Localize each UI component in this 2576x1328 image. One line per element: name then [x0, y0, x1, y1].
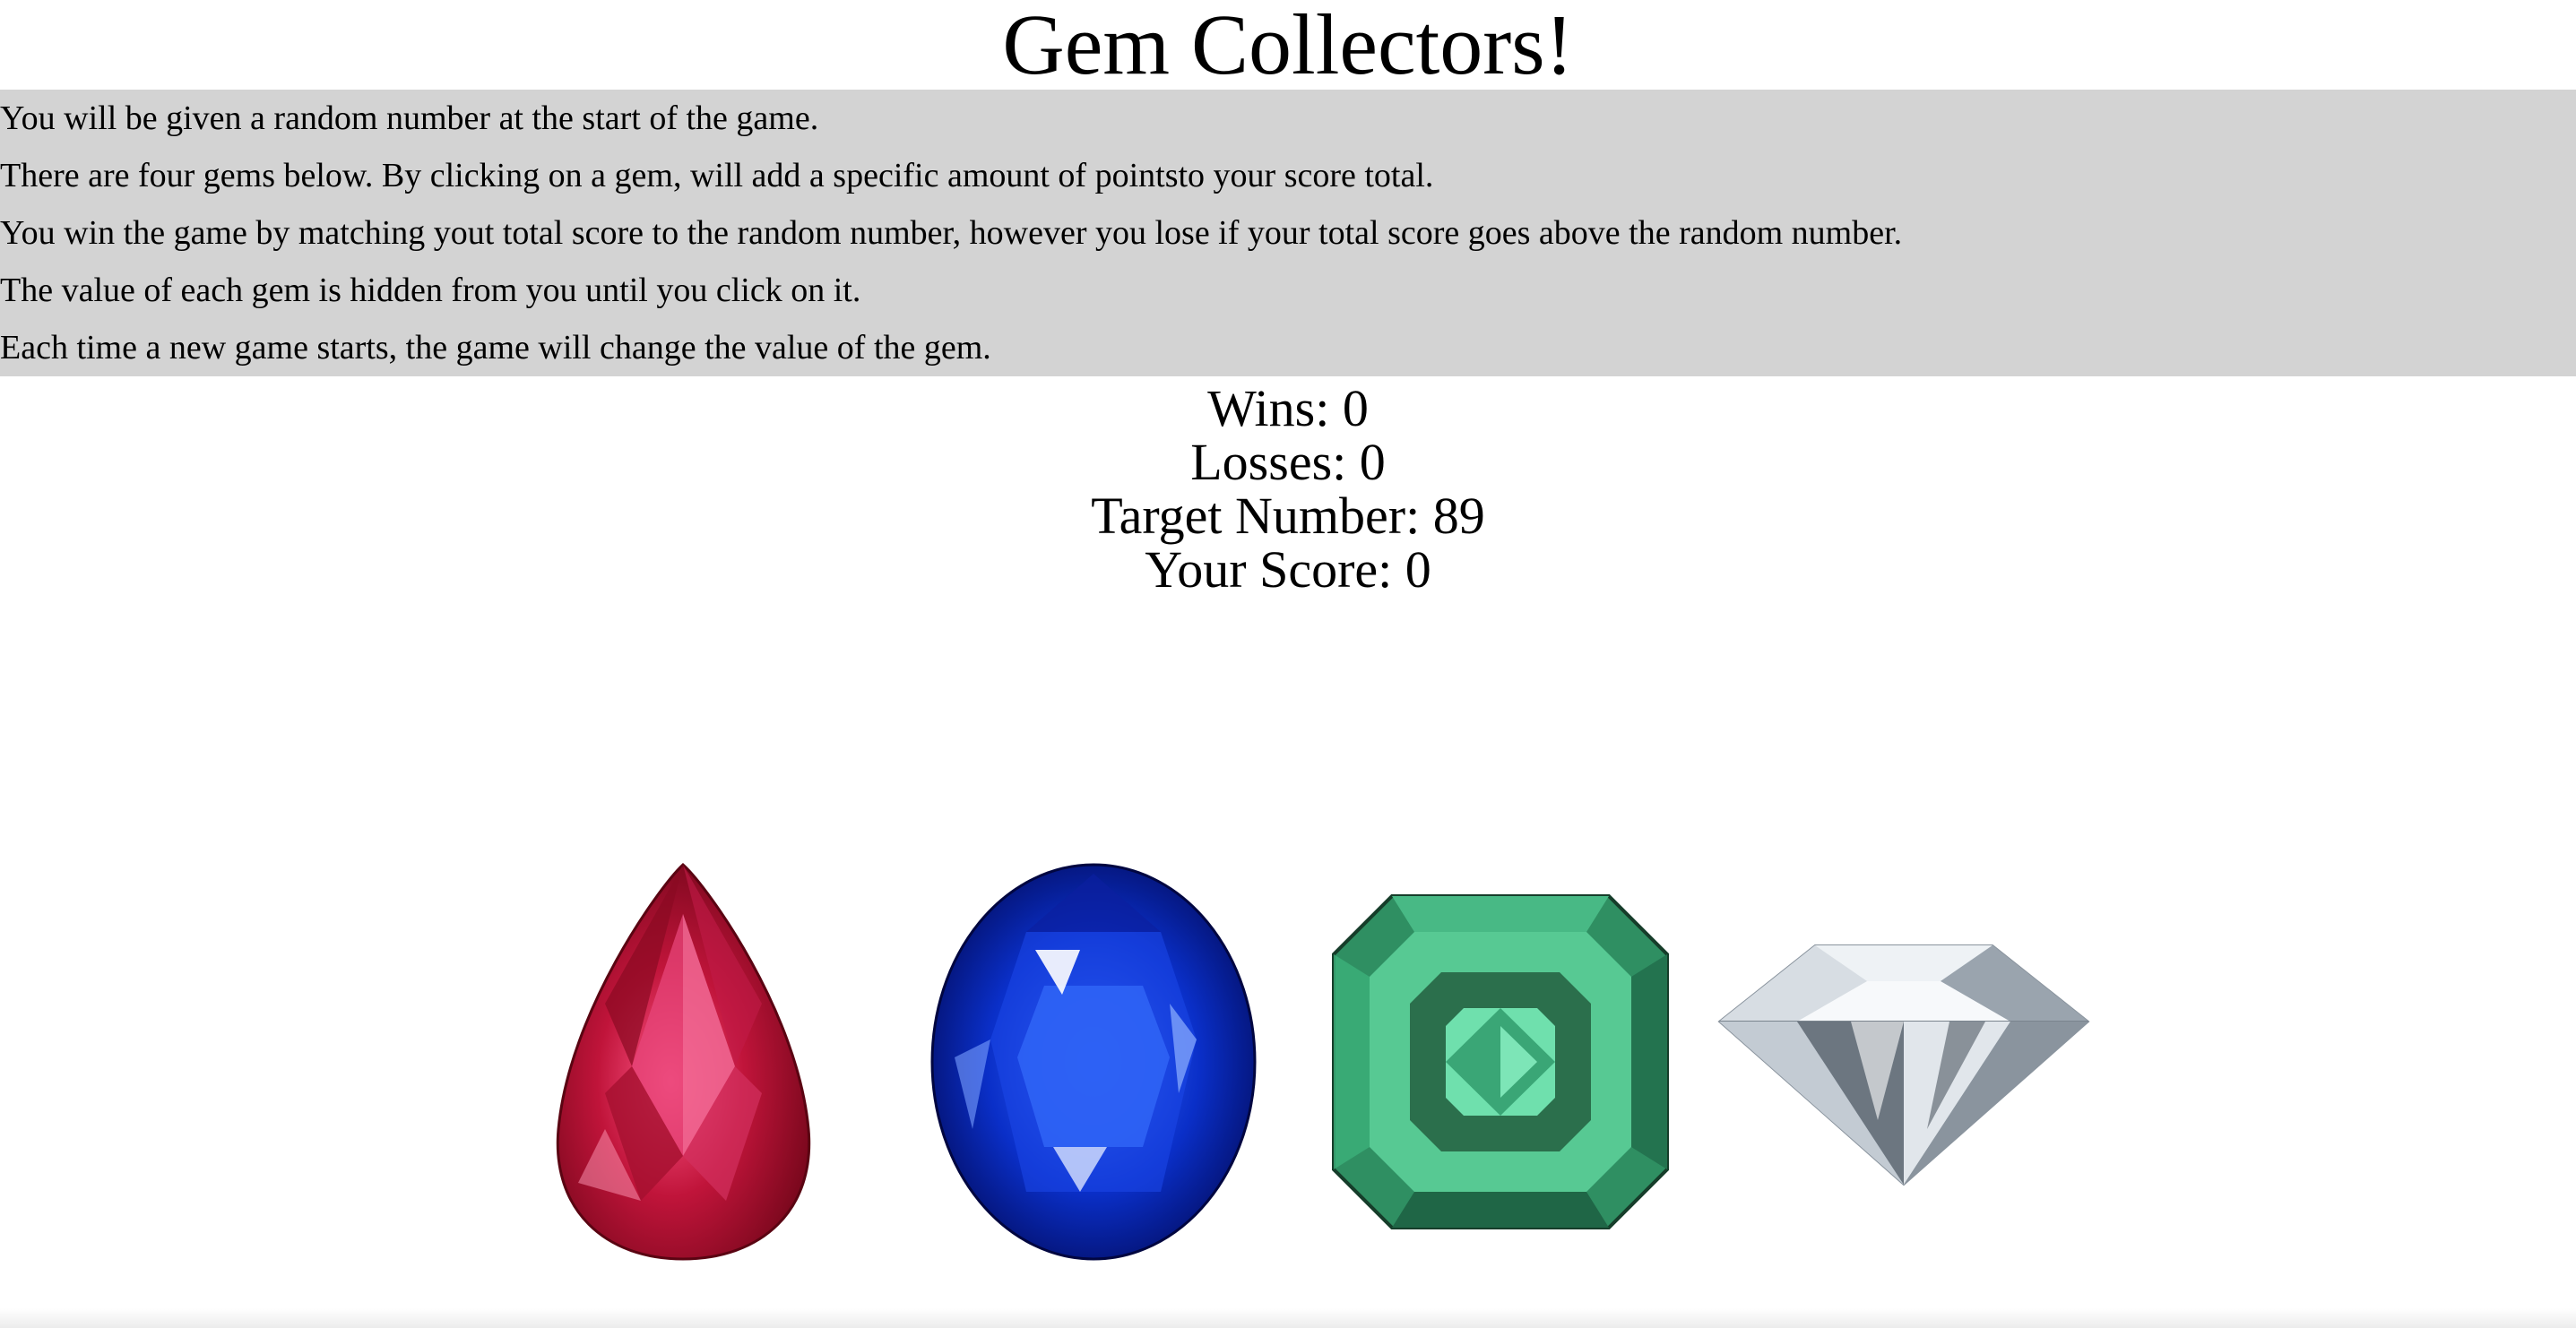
wins-counter: Wins: 0	[1207, 379, 1369, 437]
instructions-panel: You will be given a random number at the…	[0, 90, 2576, 376]
instruction-line: The value of each gem is hidden from you…	[0, 272, 861, 309]
target-number: Target Number: 89	[1091, 487, 1485, 545]
instruction-line: You will be given a random number at the…	[0, 99, 819, 137]
diamond-gem-icon[interactable]	[1716, 941, 2091, 1187]
emerald-gem-icon[interactable]	[1329, 892, 1672, 1232]
scoreboard: Wins: 0 Losses: 0 Target Number: 89 Your…	[0, 382, 2576, 597]
instruction-line: There are four gems below. By clicking o…	[0, 157, 1434, 194]
sapphire-gem-icon[interactable]	[928, 860, 1259, 1263]
gem-row	[0, 851, 2576, 1272]
instruction-line: You win the game by matching yout total …	[0, 214, 1903, 252]
losses-counter: Losses: 0	[1190, 433, 1386, 491]
your-score: Your Score: 0	[1145, 540, 1431, 599]
ruby-gem-icon[interactable]	[551, 860, 816, 1263]
game-page: Gem Collectors! You will be given a rand…	[0, 0, 2576, 1328]
bottom-shadow	[0, 1308, 2576, 1328]
instruction-line: Each time a new game starts, the game wi…	[0, 329, 991, 366]
page-title: Gem Collectors!	[1002, 0, 1574, 92]
